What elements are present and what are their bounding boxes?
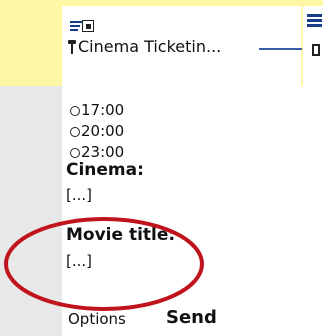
phone-screen: Cinema Ticketin... 17:00 20:00 23:00 Cin… (62, 6, 302, 336)
options-softkey[interactable]: Options (68, 310, 126, 328)
time-option-1[interactable]: 17:00 (70, 100, 124, 120)
cinema-label: Cinema: (66, 160, 144, 180)
signal-bars-icon (303, 14, 323, 32)
movie-title-label: Movie title: (66, 225, 176, 245)
time-option-2[interactable]: 20:00 (70, 121, 124, 141)
antenna-icon (68, 40, 78, 56)
time-option-label: 20:00 (81, 122, 125, 140)
phone-indicator-icon (82, 20, 94, 32)
neighbor-phone-screen (303, 6, 323, 336)
time-option-3[interactable]: 23:00 (70, 142, 124, 162)
cinema-field[interactable]: [...] (66, 186, 92, 204)
time-option-label: 23:00 (81, 143, 125, 161)
app-title: Cinema Ticketin... (78, 37, 222, 56)
movie-title-field[interactable]: [...] (66, 252, 92, 270)
send-softkey[interactable]: Send (166, 307, 217, 328)
radio-button-icon[interactable] (70, 148, 80, 158)
status-indicator-icon (312, 44, 320, 56)
radio-button-icon[interactable] (70, 106, 80, 116)
radio-button-icon[interactable] (70, 127, 80, 137)
time-option-label: 17:00 (81, 101, 125, 119)
left-background-strip (0, 86, 62, 336)
title-divider (259, 48, 302, 50)
